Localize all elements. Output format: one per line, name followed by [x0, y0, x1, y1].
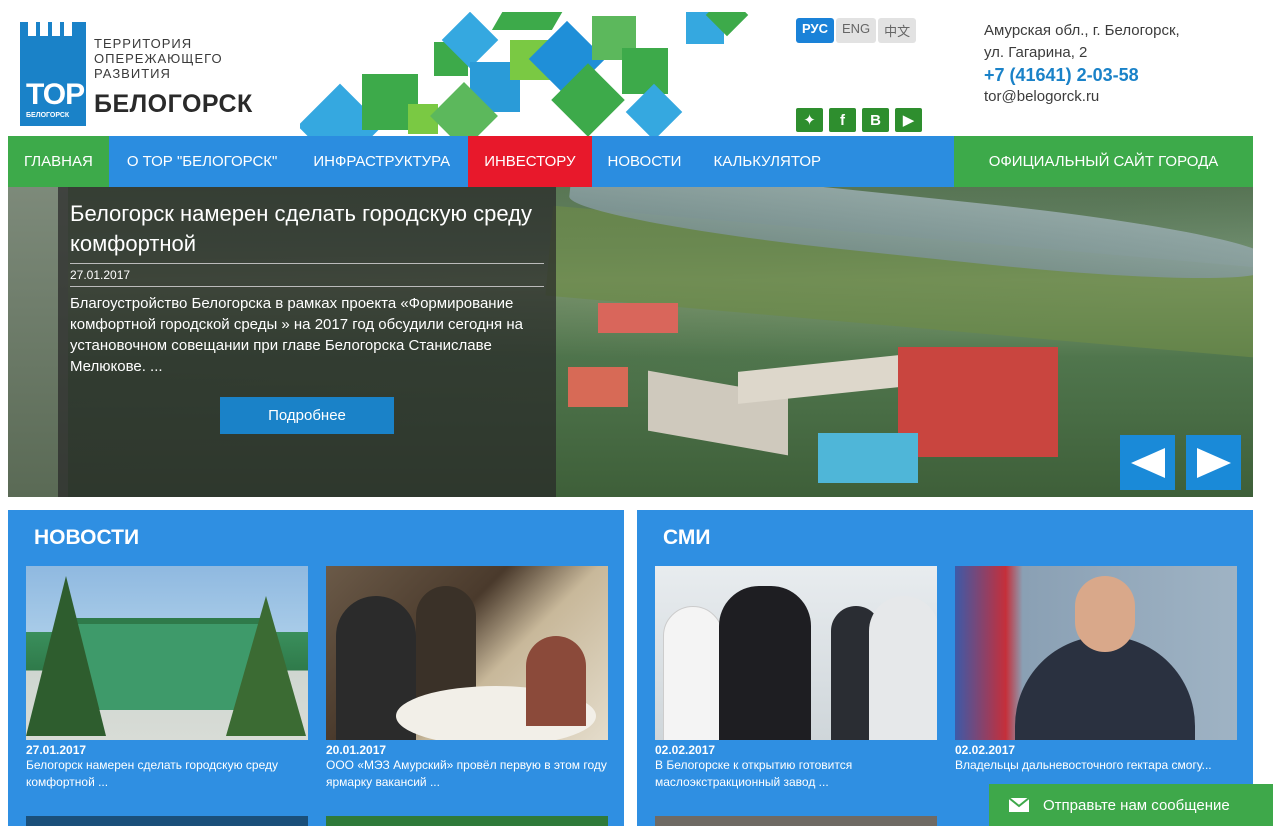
news-image-fair[interactable]: [326, 566, 608, 740]
news-date: 20.01.2017: [326, 743, 387, 757]
arrow-left-icon: [1130, 447, 1165, 478]
main-nav: ГЛАВНАЯ О ТОР "БЕЛОГОРСК" ИНФРАСТРУКТУРА…: [8, 136, 1253, 187]
smi-card[interactable]: 02.02.2017 Владельцы дальневосточного ге…: [955, 566, 1237, 774]
youtube-icon[interactable]: ▶: [895, 108, 922, 132]
email-link[interactable]: tor@belogorck.ru: [984, 86, 1180, 108]
nav-about[interactable]: О ТОР "БЕЛОГОРСК": [109, 136, 296, 187]
smi-text[interactable]: В Белогорске к открытию готовится маслоэ…: [655, 757, 937, 791]
more-button[interactable]: Подробнее: [220, 397, 394, 434]
news-card-next[interactable]: [26, 816, 308, 826]
slider-image-building: [568, 367, 628, 407]
smi-image-speaker[interactable]: [955, 566, 1237, 740]
logo[interactable]: TOP БЕЛОГОРСК: [20, 0, 86, 126]
nav-city-site[interactable]: ОФИЦИАЛЬНЫЙ САЙТ ГОРОДА: [954, 136, 1253, 187]
address-line1: Амурская обл., г. Белогорск,: [984, 22, 1180, 39]
smi-date: 02.02.2017: [655, 743, 716, 757]
send-message-label: Отправьте нам сообщение: [1043, 796, 1230, 814]
lang-en[interactable]: ENG: [835, 18, 877, 43]
next-slide-button[interactable]: [1186, 435, 1241, 490]
nav-news[interactable]: НОВОСТИ: [592, 136, 698, 187]
evernote-icon[interactable]: ✦: [796, 108, 823, 132]
lang-zh[interactable]: 中文: [878, 18, 917, 43]
logo-city: БЕЛОГОРСК: [94, 90, 253, 118]
news-text[interactable]: Белогорск намерен сделать городскую сред…: [26, 757, 308, 791]
nav-calculator[interactable]: КАЛЬКУЛЯТОР: [697, 136, 837, 187]
slide-caption: Белогорск намерен сделать городскую сред…: [58, 187, 556, 497]
person-figure: [719, 586, 811, 740]
person-head: [1075, 576, 1135, 652]
logo-tagline: ТЕРРИТОРИЯ ОПЕРЕЖАЮЩЕГО РАЗВИТИЯ: [94, 36, 223, 81]
header-mosaic-decoration: [300, 12, 770, 136]
nav-investor[interactable]: ИНВЕСТОРУ: [468, 136, 592, 187]
facebook-icon[interactable]: f: [829, 108, 856, 132]
envelope-icon: [1009, 798, 1029, 812]
tree-left: [26, 576, 106, 736]
address-line2: ул. Гагарина, 2: [984, 44, 1088, 61]
logo-line3: РАЗВИТИЯ: [94, 66, 171, 81]
header: TOP БЕЛОГОРСК ТЕРРИТОРИЯ ОПЕРЕЖАЮЩЕГО РА…: [0, 0, 1273, 136]
news-date: 27.01.2017: [26, 743, 87, 757]
prev-slide-button[interactable]: [1120, 435, 1175, 490]
smi-image-visit[interactable]: [655, 566, 937, 740]
logo-line1: ТЕРРИТОРИЯ: [94, 36, 193, 51]
smi-card-next[interactable]: [655, 816, 937, 826]
news-image-building[interactable]: [26, 566, 308, 740]
smi-panel: СМИ 02.02.2017 В Белогорске к открытию г…: [637, 510, 1253, 826]
smi-title[interactable]: СМИ: [663, 526, 710, 550]
logo-abbr: TOP: [26, 78, 85, 111]
smi-card[interactable]: 02.02.2017 В Белогорске к открытию готов…: [655, 566, 937, 791]
news-card[interactable]: 27.01.2017 Белогорск намерен сделать гор…: [26, 566, 308, 791]
phone-link[interactable]: +7 (41641) 2-03-58: [984, 64, 1180, 86]
arrow-right-icon: [1196, 447, 1231, 478]
news-card-next[interactable]: [326, 816, 608, 826]
news-title[interactable]: НОВОСТИ: [34, 526, 139, 550]
news-text[interactable]: ООО «МЭЗ Амурский» провёл первую в этом …: [326, 757, 608, 791]
social-links: ✦ f B ▶: [796, 108, 922, 132]
send-message-button[interactable]: Отправьте нам сообщение: [989, 784, 1273, 826]
person-figure: [663, 606, 723, 740]
smi-text[interactable]: Владельцы дальневосточного гектара смогу…: [955, 757, 1237, 774]
slide-text: Благоустройство Белогорска в рамках прое…: [70, 295, 523, 375]
news-panel: НОВОСТИ 27.01.2017 Белогорск намерен сде…: [8, 510, 624, 826]
person-figure: [869, 596, 937, 740]
lang-ru[interactable]: РУС: [796, 18, 834, 43]
slider-image-building: [738, 354, 908, 404]
smi-date: 02.02.2017: [955, 743, 1016, 757]
nav-infrastructure[interactable]: ИНФРАСТРУКТУРА: [295, 136, 468, 187]
person-figure: [526, 636, 586, 726]
language-switcher: РУС ENG 中文: [796, 18, 917, 43]
logo-line2: ОПЕРЕЖАЮЩЕГО: [94, 51, 223, 66]
news-card[interactable]: 20.01.2017 ООО «МЭЗ Амурский» провёл пер…: [326, 566, 608, 791]
logo-sub: БЕЛОГОРСК: [26, 112, 70, 119]
slider-image-building: [818, 433, 918, 483]
nav-home[interactable]: ГЛАВНАЯ: [8, 136, 109, 187]
slide-title[interactable]: Белогорск намерен сделать городскую сред…: [70, 199, 544, 264]
hero-slider: Белогорск намерен сделать городскую сред…: [8, 187, 1253, 497]
contacts: Амурская обл., г. Белогорск, ул. Гагарин…: [984, 20, 1180, 108]
slider-image-building: [598, 303, 678, 333]
slide-date: 27.01.2017: [70, 264, 544, 287]
vk-icon[interactable]: B: [862, 108, 889, 132]
tree-right: [226, 596, 306, 736]
slider-image-building: [898, 347, 1058, 457]
